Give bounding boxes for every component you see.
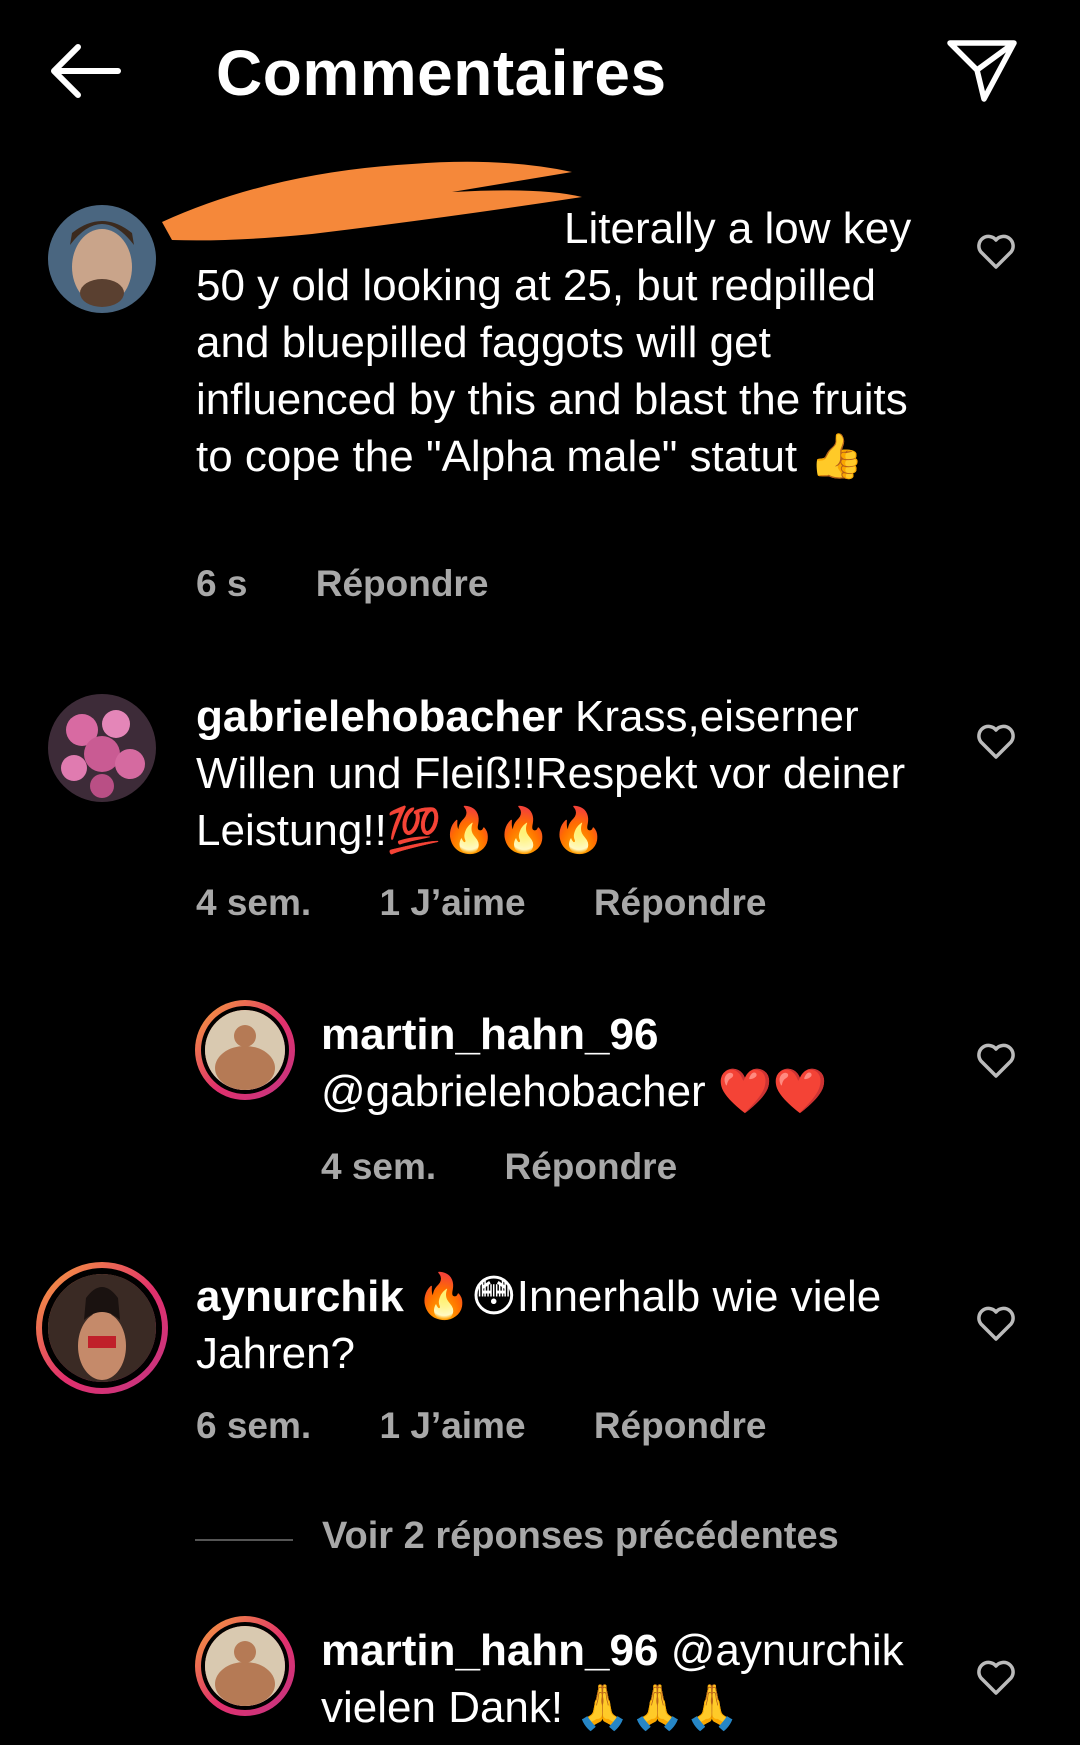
see-previous-label[interactable]: Voir 2 réponses précédentes (322, 1515, 839, 1558)
timestamp: 6 sem. (196, 1405, 312, 1446)
reply-button[interactable]: Répondre (594, 1405, 767, 1446)
page-title: Commentaires (216, 37, 667, 109)
likes-count[interactable]: 1 J’aime (379, 882, 525, 923)
comment-text: gabrielehobacher Krass,eiserner Willen u… (196, 688, 936, 859)
heart-icon[interactable] (976, 234, 1016, 270)
timestamp: 4 sem. (196, 882, 312, 923)
top-bar: Commentaires (0, 0, 1080, 150)
comment-meta: 6 sem. 1 J’aime Répondre (196, 1405, 767, 1447)
heart-icon[interactable] (976, 1306, 1016, 1342)
comment-meta: 4 sem. 1 J’aime Répondre (196, 882, 767, 924)
comment-text: martin_hahn_96 @gabrielehobacher ❤️❤️ (321, 1006, 941, 1120)
comment-username[interactable]: gabrielehobacher (196, 692, 563, 741)
comment-text: martin_hahn_96 @aynurchik vielen Dank! 🙏… (321, 1622, 941, 1736)
arrow-left-icon[interactable] (48, 42, 122, 100)
avatar[interactable] (201, 1622, 289, 1710)
comment-text: aynurchik 🔥😳Innerhalb wie viele Jahren? (196, 1268, 936, 1382)
heart-icon[interactable] (976, 1660, 1016, 1696)
divider (195, 1539, 293, 1541)
comment-meta: 4 sem. Répondre (321, 1146, 677, 1188)
timestamp: 6 s (196, 563, 248, 604)
comment-username[interactable]: martin_hahn_96 (321, 1006, 941, 1063)
comment-text: Literally a low key 50 y old looking at … (196, 204, 912, 481)
comment-body: @gabrielehobacher ❤️❤️ (321, 1067, 828, 1116)
heart-icon[interactable] (976, 1043, 1016, 1079)
avatar[interactable] (42, 1268, 162, 1388)
reply-button[interactable]: Répondre (504, 1146, 677, 1187)
comment-meta: 6 s Répondre (196, 563, 488, 605)
reply-button[interactable]: Répondre (594, 882, 767, 923)
comment-username[interactable]: martin_hahn_96 (321, 1626, 658, 1675)
likes-count[interactable]: 1 J’aime (379, 1405, 525, 1446)
comment-username[interactable]: aynurchik (196, 1272, 404, 1321)
heart-icon[interactable] (976, 724, 1016, 760)
avatar[interactable] (48, 205, 156, 313)
timestamp: 4 sem. (321, 1146, 437, 1187)
avatar[interactable] (48, 694, 156, 802)
avatar[interactable] (201, 1006, 289, 1094)
paper-plane-icon[interactable] (946, 38, 1018, 104)
reply-button[interactable]: Répondre (316, 563, 489, 604)
